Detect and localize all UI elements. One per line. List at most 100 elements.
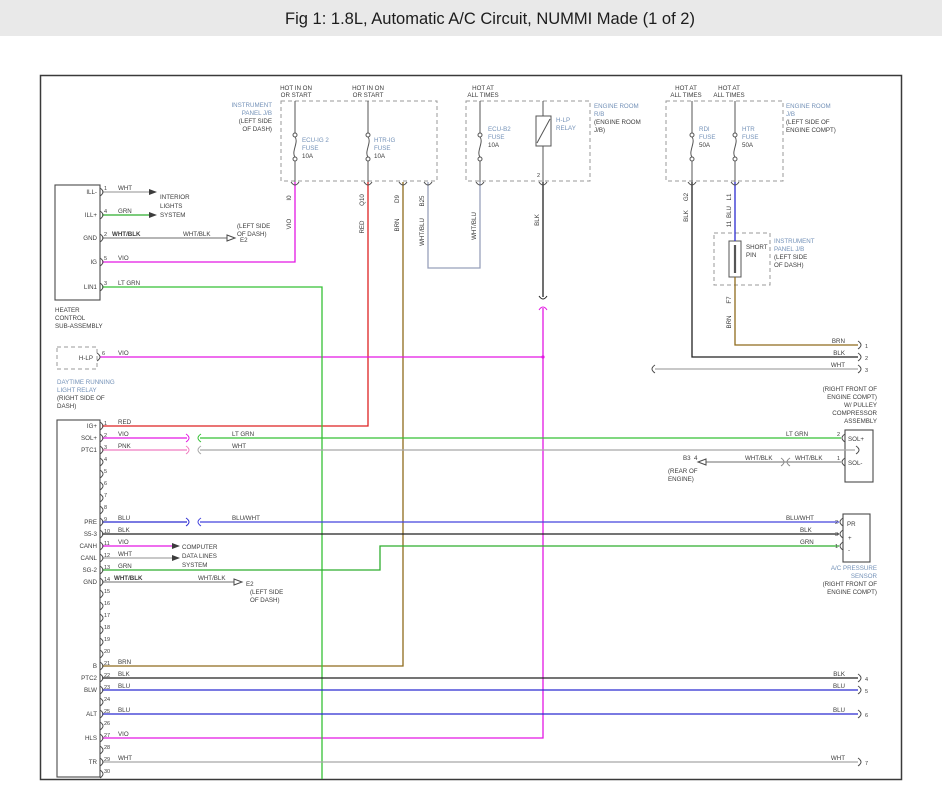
diagram-label: 2 [104, 232, 107, 238]
diagram-label: DAYTIME RUNNING [57, 379, 115, 386]
diagram-label: VIO [118, 539, 129, 546]
diagram-label: INSTRUMENT [231, 102, 272, 109]
diagram-label: SG-2 [83, 567, 98, 574]
diagram-label: ENGINE COMPT) [827, 394, 877, 401]
diagram-label: ENGINE) [668, 476, 694, 483]
diagram-label: D9 [394, 194, 401, 202]
diagram-label: DASH) [57, 403, 76, 410]
diagram-label: HOT AT [675, 85, 697, 92]
diagram-label: B25 [419, 195, 426, 207]
diagram-label: SUB-ASSEMBLY [55, 323, 103, 330]
diagram-label: 2 [865, 356, 868, 362]
diagram-label: F7 [726, 296, 733, 304]
diagram-label: BLK [534, 213, 541, 226]
diagram-label: BLK [683, 209, 690, 222]
diagram-label: 21 [104, 661, 110, 667]
diagram-label: GRN [800, 539, 814, 546]
diagram-label: HOT IN ON [352, 85, 384, 92]
diagram-label: BRN [394, 218, 401, 231]
diagram-label: COMPRESSOR [832, 410, 877, 417]
diagram-label: L1 [726, 193, 733, 200]
diagram-label: FUSE [488, 134, 505, 141]
diagram-label: 4 [694, 455, 698, 462]
diagram-label: BLK [833, 671, 846, 678]
diagram-label: 3 [865, 368, 868, 374]
diagram-label: ECU-B2 [488, 126, 511, 133]
diagram-label: VIO [118, 431, 129, 438]
diagram-label: PRE [84, 519, 97, 526]
diagram-label: 25 [104, 709, 110, 715]
diagram-label: RELAY [556, 125, 576, 132]
diagram-label: CONTROL [55, 315, 86, 322]
diagram-label: PNK [118, 443, 132, 450]
diagram-label: PTC1 [81, 447, 97, 454]
diagram-label: CANL [80, 555, 97, 562]
diagram-label: VIO [286, 218, 293, 229]
diagram-label: VIO [118, 350, 129, 357]
diagram-label: GRN [118, 208, 132, 215]
diagram-label: 2 [104, 433, 107, 439]
diagram-label: SYSTEM [182, 562, 207, 569]
diagram-label: HOT AT [718, 85, 740, 92]
diagram-label: SENSOR [851, 573, 878, 580]
diagram-label: BRN [118, 659, 131, 666]
diagram-label: 26 [104, 721, 110, 727]
diagram-label: LT GRN [786, 431, 808, 438]
diagram-label: B [93, 663, 97, 670]
diagram-label: 6 [865, 713, 868, 719]
diagram-label: 2 [837, 432, 840, 438]
diagram-label: BLU [118, 515, 130, 522]
diagram-label: ASSEMBLY [844, 418, 877, 425]
diagram-label: BLK [118, 527, 131, 534]
diagram-label: (REAR OF [668, 468, 698, 475]
diagram-label: 17 [104, 613, 110, 619]
diagram-label: COMPUTER [182, 544, 218, 551]
diagram-label: 1 [835, 544, 838, 550]
diagram-label: 23 [104, 685, 110, 691]
diagram-label: SOL+ [81, 435, 97, 442]
diagram-label: 10A [302, 153, 314, 160]
diagram-label: ALL TIMES [670, 92, 701, 99]
diagram-label: 1 [837, 456, 840, 462]
diagram-label: FUSE [302, 145, 319, 152]
diagram-label: PANEL J/B [774, 246, 804, 253]
diagram-label: BLU/WHT [786, 515, 814, 522]
diagram-label: VIO [118, 255, 129, 262]
diagram-label: LIGHTS [160, 203, 182, 210]
diagram-label: VIO [118, 731, 129, 738]
diagram-label: (ENGINE ROOM [594, 119, 641, 126]
diagram-label: 16 [104, 601, 110, 607]
diagram-label: 4 [865, 677, 868, 683]
diagram-label: BLU [833, 707, 845, 714]
diagram-label: J/B) [594, 127, 605, 134]
diagram-label: FUSE [374, 145, 391, 152]
diagram-label: 10A [374, 153, 386, 160]
diagram-label: 15 [104, 589, 110, 595]
diagram-label: A/C PRESSURE [831, 565, 877, 572]
diagram-label: INTERIOR [160, 194, 190, 201]
diagram-label: DATA LINES [182, 553, 217, 560]
diagram-label: HTR-IG [374, 137, 395, 144]
diagram-label: WHT [831, 362, 845, 369]
diagram-label: RED [118, 419, 132, 426]
diagram-label: R/B [594, 111, 604, 118]
diagram-label: (LEFT SIDE OF [786, 119, 830, 126]
diagram-label: TR [89, 759, 98, 766]
diagram-label: CANH [79, 543, 97, 550]
diagram-label: H-LP [79, 355, 93, 362]
diagram-label: LT GRN [232, 431, 254, 438]
diagram-label: 13 [104, 565, 110, 571]
diagram-label: 6 [102, 351, 105, 357]
diagram-label: 22 [104, 673, 110, 679]
diagram-label: BRN [832, 338, 845, 345]
diagram-label: WHT [118, 185, 132, 192]
diagram-label: 11 [726, 220, 733, 227]
diagram-label: ILL+ [85, 212, 98, 219]
diagram-label: LIN1 [84, 284, 98, 291]
diagram-label: BRN [726, 315, 733, 328]
diagram-label: ALT [86, 711, 97, 718]
diagram-label: 14 [104, 577, 110, 583]
diagram-label: - [848, 547, 850, 554]
diagram-label: BLW [84, 687, 97, 694]
diagram-label: (LEFT SIDE [250, 589, 283, 596]
